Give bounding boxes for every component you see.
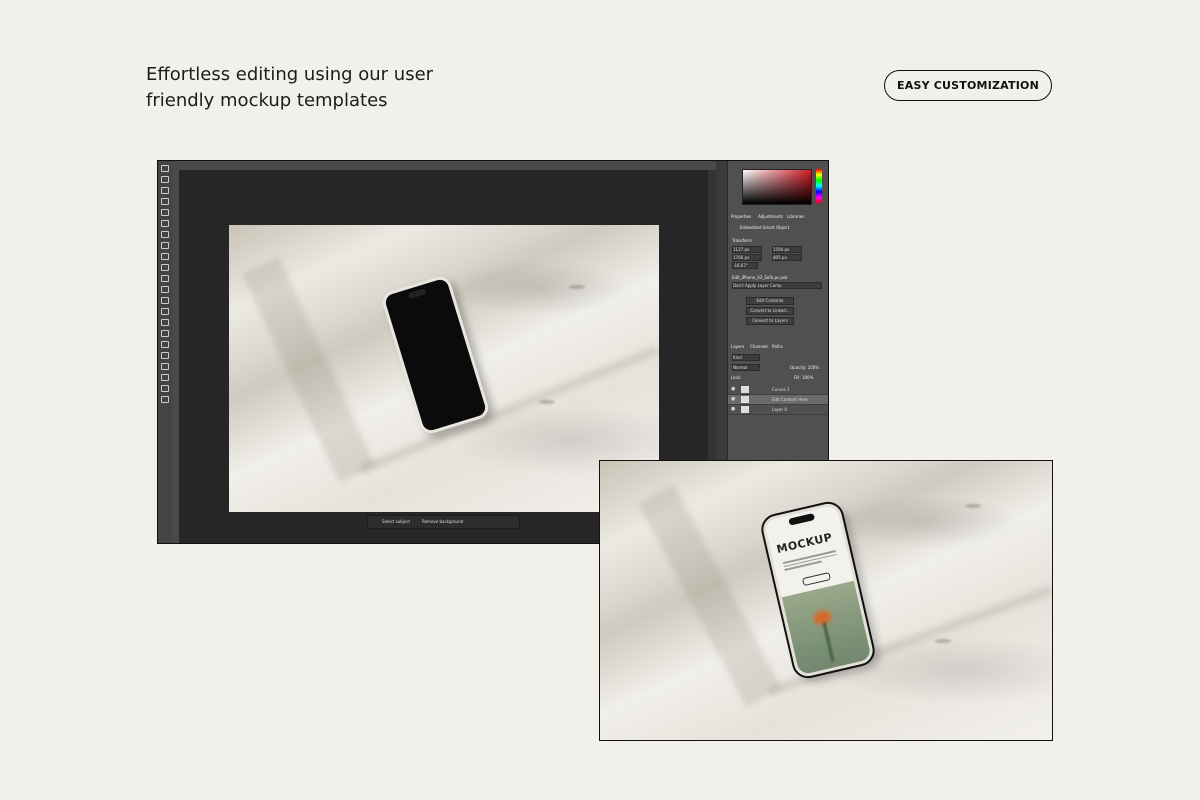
layer-thumbnail [741,396,749,403]
sofa-fold [242,257,376,483]
sofa-tuft [539,400,555,404]
frame-tool-icon[interactable] [161,220,169,227]
y-field[interactable]: 805 px [772,254,802,261]
angle-field[interactable]: -16.67° [732,262,758,269]
eye-icon[interactable]: ● [731,406,735,412]
screen-text-lines [782,550,838,572]
stem [822,622,835,662]
eye-icon[interactable]: ● [731,396,735,402]
hue-slider[interactable] [816,169,822,203]
headline: Effortless editing using our user friend… [146,62,486,114]
screen-cta-button [801,572,832,587]
zoom-tool-icon[interactable] [161,385,169,392]
phone-notch [788,513,816,526]
brush-tool-icon[interactable] [161,253,169,260]
sofa-tuft [935,639,951,643]
ruler-left [172,170,179,543]
layer-thumbnail [741,386,749,393]
color-picker-field[interactable] [742,169,812,205]
layer-thumbnail [741,406,749,413]
phone-mockup-with-design: MOCKUP [757,498,879,682]
headline-line-2: friendly mockup templates [146,90,388,111]
easy-customization-badge[interactable]: EASY CUSTOMIZATION [884,70,1052,101]
crop-tool-icon[interactable] [161,209,169,216]
path-select-tool-icon[interactable] [161,352,169,359]
sofa-fold [638,485,782,707]
transform-label: Transform [732,238,752,243]
contextual-task-bar: Select subject Remove background [367,515,520,529]
smart-object-label: Embedded Smart Object [740,225,790,230]
lock-label: Lock: [731,375,742,380]
move-tool-icon[interactable] [161,165,169,172]
layer-name: Edit Content Here [772,397,808,402]
layer-comp-field[interactable]: Don't Apply Layer Comp [732,282,822,289]
lasso-tool-icon[interactable] [161,187,169,194]
marquee-tool-icon[interactable] [161,176,169,183]
pen-tool-icon[interactable] [161,330,169,337]
tab-adjustments[interactable]: Adjustments [758,214,783,219]
filename-label: Edit_iPhone_03_Sofa.ps.psb [732,275,788,280]
layer-name: Layer 0 [772,407,787,412]
opacity-field[interactable]: Opacity: 100% [790,365,819,370]
eraser-tool-icon[interactable] [161,286,169,293]
dodge-tool-icon[interactable] [161,319,169,326]
edit-contents-button[interactable]: Edit Contents [746,297,794,305]
convert-to-layers-button[interactable]: Convert to Layers [746,317,794,325]
eye-icon[interactable]: ● [731,386,735,392]
healing-tool-icon[interactable] [161,242,169,249]
width-field[interactable]: 1127 px [732,246,762,253]
blend-mode-select[interactable]: Normal [732,364,760,371]
tab-channels[interactable]: Channels [750,344,769,349]
tools-panel [158,161,173,543]
hand-tool-icon[interactable] [161,374,169,381]
gradient-tool-icon[interactable] [161,297,169,304]
tab-layers[interactable]: Layers [731,344,744,349]
eyedropper-tool-icon[interactable] [161,231,169,238]
tab-libraries[interactable]: Libraries [787,214,804,219]
tab-paths[interactable]: Paths [772,344,783,349]
phone-notch [407,288,427,300]
remove-background-button[interactable]: Remove background [422,519,463,524]
badge-label: EASY CUSTOMIZATION [897,79,1039,92]
x-field[interactable]: 1766 px [732,254,762,261]
layer-row-layer-0[interactable]: ● Layer 0 [728,405,828,415]
shape-tool-icon[interactable] [161,363,169,370]
quick-select-tool-icon[interactable] [161,198,169,205]
sofa-tuft [965,504,981,508]
color-swatch-icon[interactable] [161,396,169,403]
blur-tool-icon[interactable] [161,308,169,315]
stamp-tool-icon[interactable] [161,264,169,271]
select-subject-button[interactable]: Select subject [382,519,410,524]
mockup-result-photo: MOCKUP [599,460,1053,741]
layer-name: Curves 1 [772,387,790,392]
type-tool-icon[interactable] [161,341,169,348]
tab-properties[interactable]: Properties [731,214,751,219]
history-brush-icon[interactable] [161,275,169,282]
fill-field[interactable]: Fill: 100% [794,375,813,380]
layer-row-curves[interactable]: ● Curves 1 [728,385,828,395]
layer-row-edit-content[interactable]: ● Edit Content Here [728,395,828,405]
headline-line-1: Effortless editing using our user [146,64,434,85]
height-field[interactable]: 1594 px [772,246,802,253]
layer-filter-select[interactable]: Kind [732,354,760,361]
convert-to-linked-button[interactable]: Convert to Linked... [746,307,794,315]
sofa-tuft [569,285,585,289]
sofa-photo [229,225,659,512]
phone-mockup-blank [379,273,492,437]
screen-flower-photo [781,580,875,679]
